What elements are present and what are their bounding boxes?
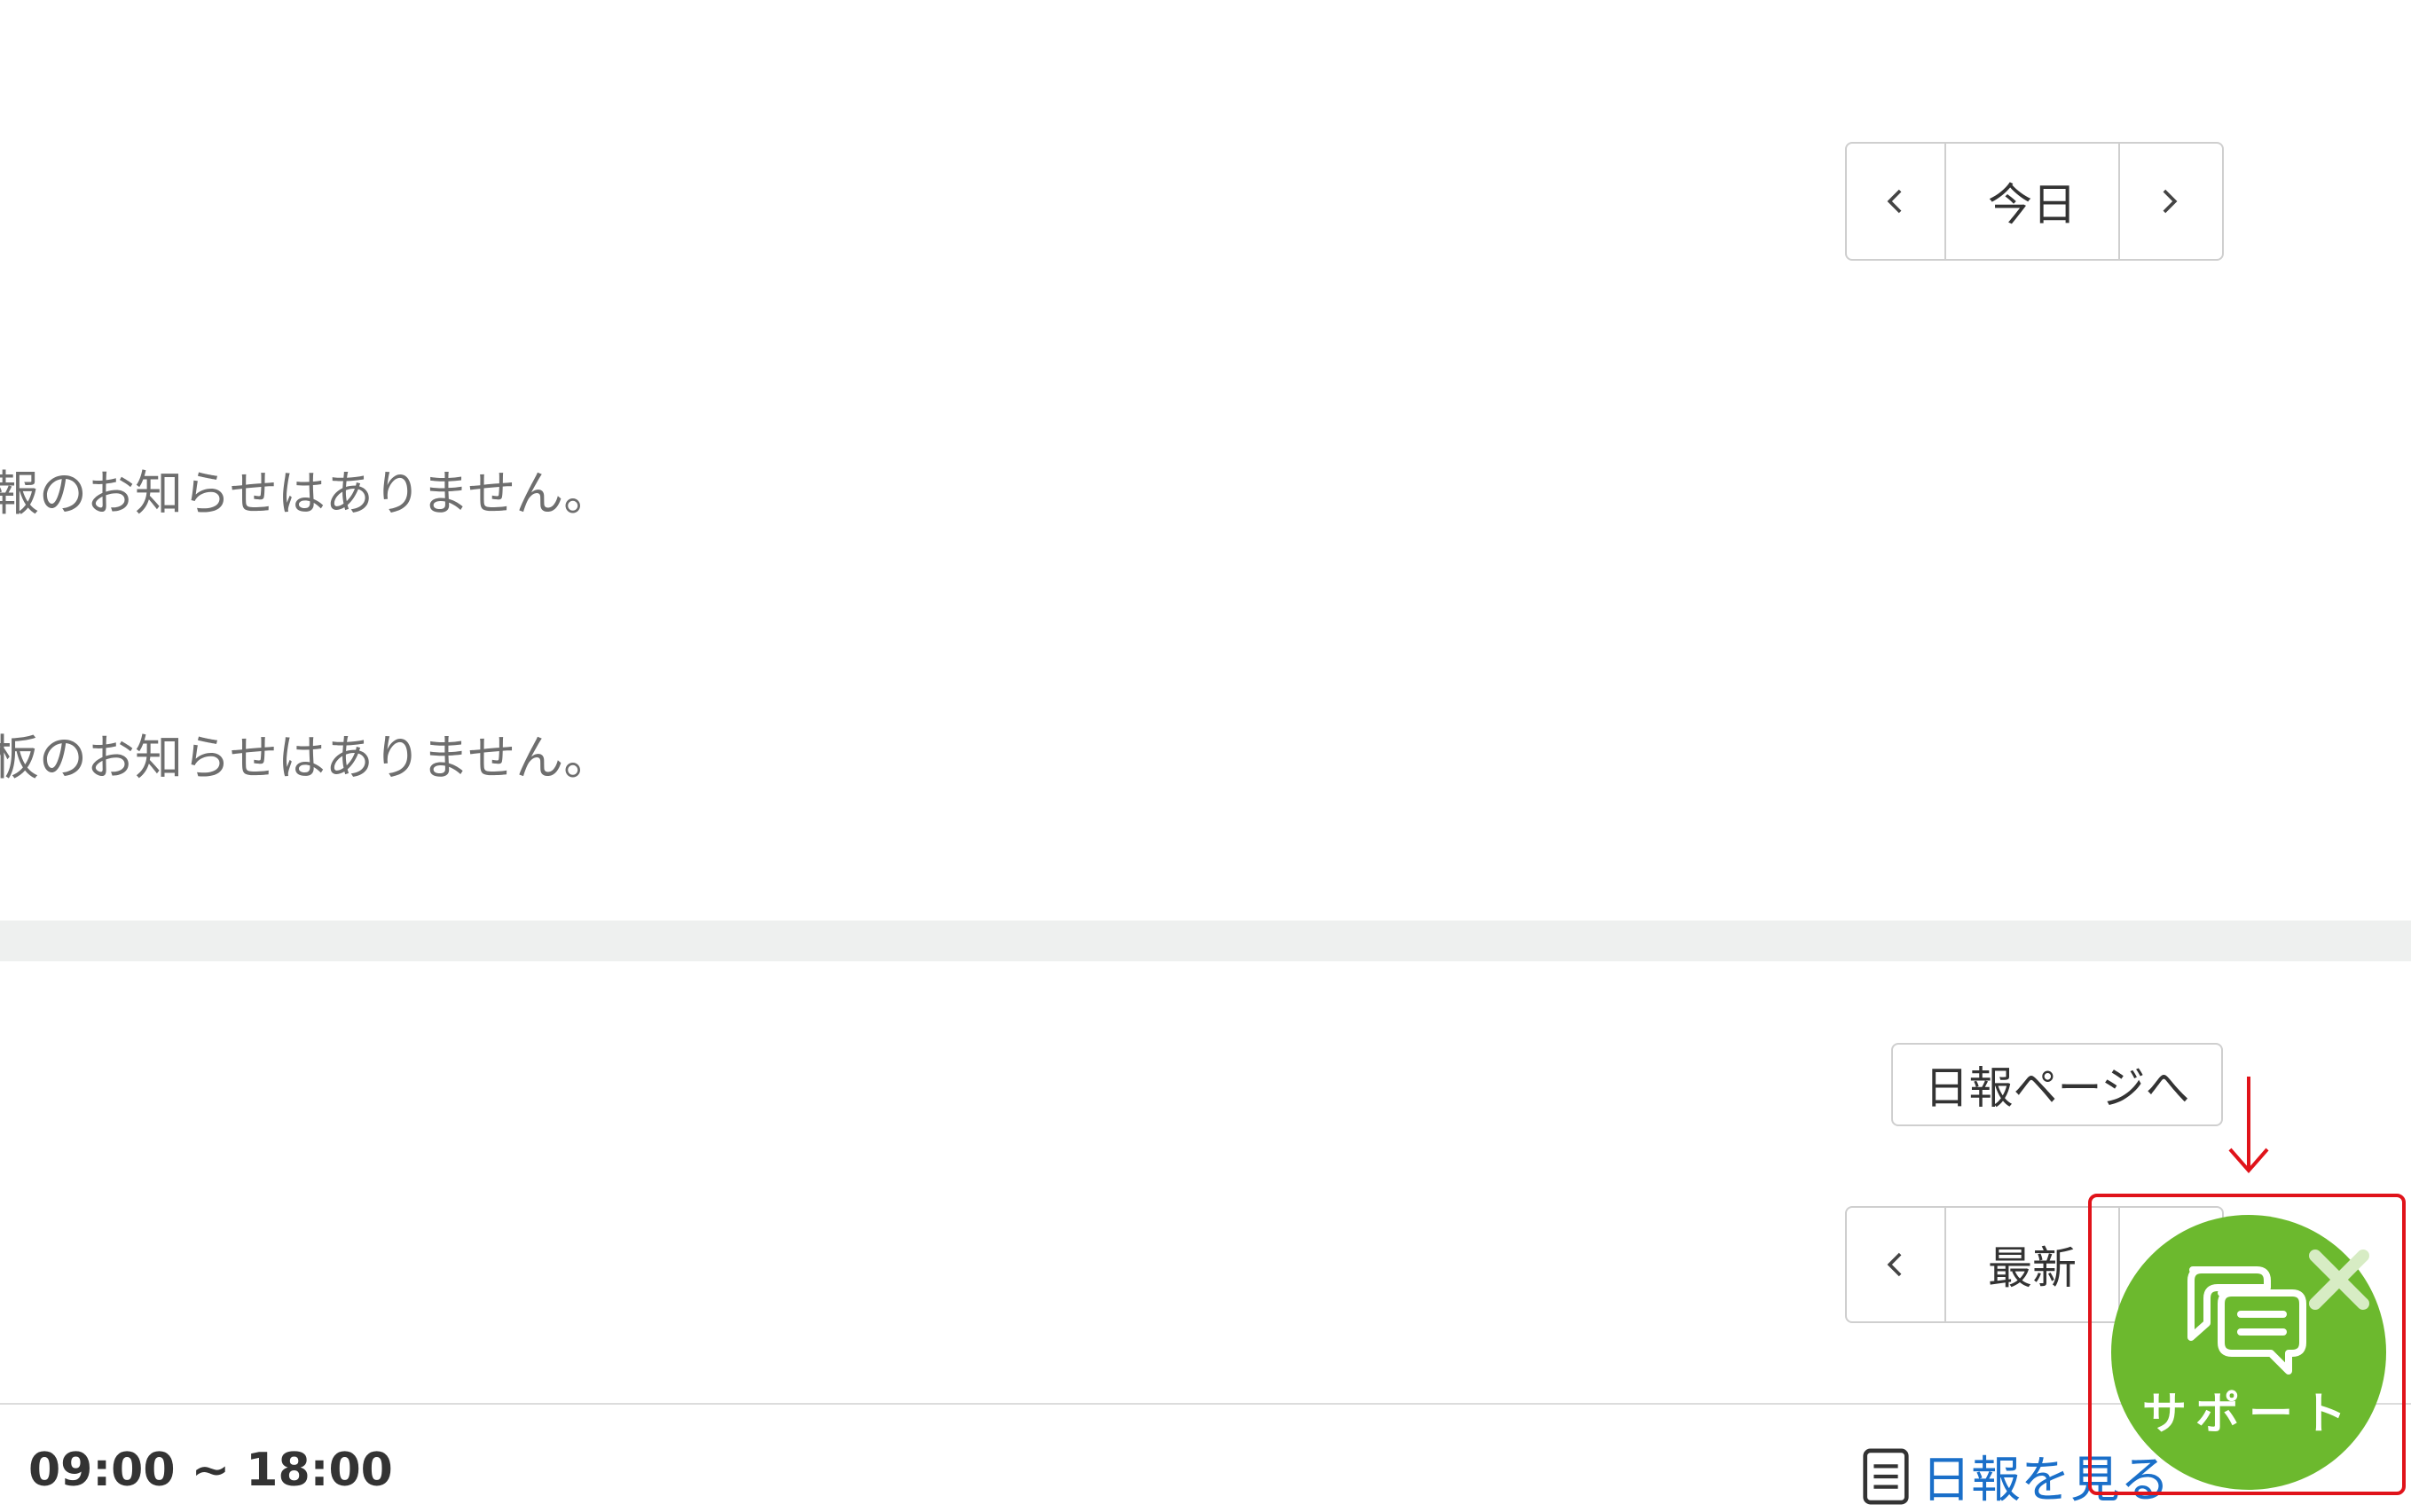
next-day-button[interactable] [2120, 144, 2218, 259]
chevron-left-icon [1887, 189, 1902, 214]
document-icon [1863, 1448, 1909, 1504]
section-separator [0, 921, 2411, 961]
notice-text-2: 板のお知らせはありません。 [0, 730, 612, 786]
chevron-right-icon [2163, 189, 2178, 214]
work-time-range: 09:00 ~ 18:00 [28, 1444, 393, 1497]
down-arrow-icon [2228, 1077, 2269, 1174]
highlight-box [2088, 1194, 2406, 1495]
latest-report-button-label: 最新 [1988, 1242, 2077, 1294]
prev-day-button[interactable] [1847, 144, 1944, 259]
prev-report-button[interactable] [1847, 1208, 1944, 1321]
notice-text-1: 報のお知らせはありません。 [0, 466, 612, 521]
today-button[interactable]: 今日 [1944, 144, 2120, 259]
calendar-pager: 今日 [1845, 142, 2224, 261]
chevron-left-icon [1887, 1252, 1902, 1277]
today-button-label: 今日 [1988, 179, 2077, 231]
daily-report-page-button[interactable]: 日報ページへ [1891, 1043, 2223, 1126]
daily-report-page-button-label: 日報ページへ [1924, 1062, 2190, 1114]
row-divider [0, 1403, 2411, 1405]
